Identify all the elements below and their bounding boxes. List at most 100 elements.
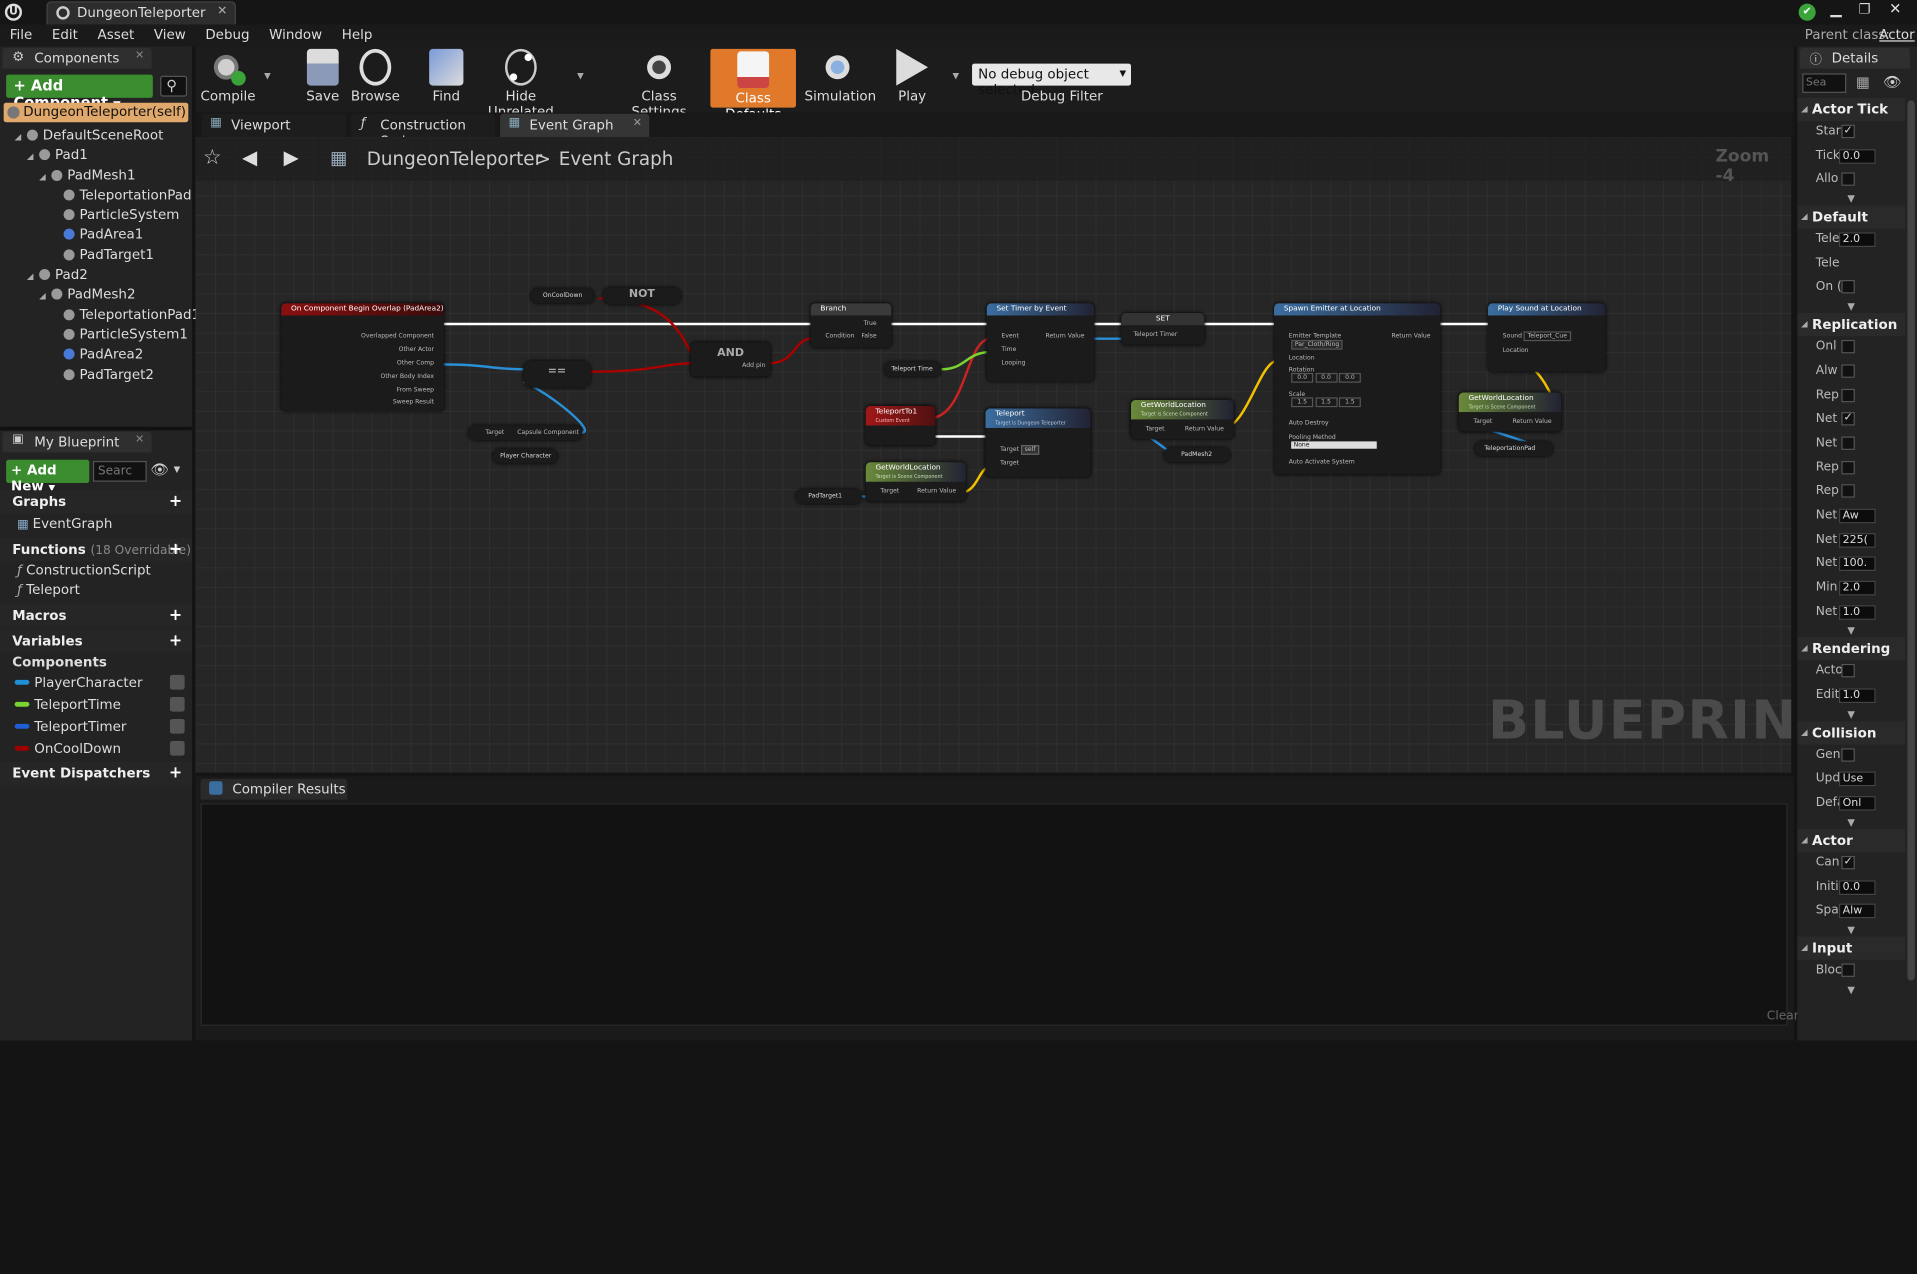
property-number-field[interactable]: 100.: [1838, 556, 1876, 572]
expand-arrow-icon[interactable]: ◢: [39, 291, 49, 301]
find-button[interactable]: Find: [422, 48, 471, 110]
function-item[interactable]: ƒ Teleport: [17, 582, 80, 602]
overlap-event-node[interactable]: On Component Begin Overlap (PadArea2) Ov…: [281, 303, 444, 411]
property-dropdown[interactable]: Aw: [1838, 508, 1876, 524]
collapse-arrow-icon[interactable]: ◢: [1801, 104, 1808, 114]
component-tree-item[interactable]: ◢ PadMesh1: [0, 167, 192, 187]
property-checkbox[interactable]: [1841, 664, 1855, 678]
visibility-toggle-icon[interactable]: [169, 740, 185, 756]
add-component-button[interactable]: + Add Component ▼: [6, 74, 153, 111]
functions-section[interactable]: Functions (18 Overridable) +: [0, 537, 192, 562]
property-checkbox[interactable]: [1841, 172, 1855, 187]
variable-item[interactable]: TeleportTimer: [0, 717, 192, 739]
save-button[interactable]: Save: [298, 48, 347, 110]
macros-section[interactable]: Macros +: [0, 604, 192, 628]
property-number-field[interactable]: 1.0: [1838, 688, 1876, 704]
collapse-arrow-icon[interactable]: ◢: [1801, 319, 1808, 329]
collapse-arrow-icon[interactable]: ◢: [1801, 835, 1808, 845]
property-checkbox[interactable]: [1841, 436, 1855, 450]
collapse-arrow-icon[interactable]: ◢: [1801, 943, 1808, 953]
my-blueprint-tab[interactable]: ▣ My Blueprint ✕: [2, 431, 152, 453]
component-tree-item[interactable]: ◢ Pad1: [0, 147, 192, 167]
close-icon[interactable]: ✕: [135, 50, 144, 62]
component-tree-item[interactable]: ◢ DefaultSceneRoot: [0, 127, 192, 147]
compiler-results-tab[interactable]: Compiler Results: [200, 778, 348, 800]
padtarget1-getter-node[interactable]: PadTarget1: [795, 489, 863, 504]
player-character-getter-node[interactable]: Player Character: [492, 448, 558, 464]
property-checkbox[interactable]: ✓: [1841, 855, 1855, 870]
details-section-header[interactable]: ◢ Input: [1797, 936, 1905, 960]
add-function-button[interactable]: +: [169, 540, 182, 558]
details-section-header[interactable]: ◢ Replication: [1797, 313, 1905, 337]
padmesh2-getter-node[interactable]: PadMesh2: [1164, 447, 1231, 463]
property-checkbox[interactable]: [1841, 963, 1855, 977]
details-section-header[interactable]: ◢ Collision: [1797, 721, 1905, 745]
branch-node[interactable]: Branch True False Condition: [810, 303, 892, 348]
expand-more-icon[interactable]: ▼: [1797, 193, 1905, 205]
add-graph-button[interactable]: +: [169, 493, 182, 511]
source-control-icon[interactable]: ✔: [1798, 3, 1816, 21]
components-tab[interactable]: ⚙ Components ✕: [2, 47, 152, 69]
visibility-toggle-icon[interactable]: [169, 718, 185, 734]
event-graph-item[interactable]: ▦ EventGraph: [17, 516, 112, 536]
add-variable-button[interactable]: +: [169, 632, 182, 650]
add-macro-button[interactable]: +: [169, 606, 182, 624]
document-tab[interactable]: DungeonTeleporter ✕: [46, 1, 236, 25]
details-section-header[interactable]: ◢ Actor: [1797, 828, 1905, 852]
close-icon[interactable]: ✕: [217, 5, 227, 18]
get-world-location-node[interactable]: GetWorldLocation Target is Scene Componen…: [865, 462, 966, 502]
menu-file[interactable]: File: [0, 24, 42, 43]
menu-edit[interactable]: Edit: [42, 24, 88, 43]
minimize-button[interactable]: ▁: [1830, 0, 1852, 17]
expand-more-icon[interactable]: ▼: [1797, 924, 1905, 936]
not-node[interactable]: NOT: [602, 287, 682, 305]
add-new-button[interactable]: + Add New ▼: [6, 459, 90, 494]
dropdown-arrow-icon[interactable]: ▼: [577, 71, 584, 81]
compile-button[interactable]: Compile: [201, 48, 256, 110]
details-scrollbar[interactable]: [1907, 100, 1915, 981]
visibility-toggle-icon[interactable]: [169, 696, 185, 712]
browse-button[interactable]: Browse: [350, 48, 401, 110]
close-icon[interactable]: ✕: [135, 434, 144, 446]
variable-item[interactable]: PlayerCharacter: [0, 672, 192, 694]
dropdown-arrow-icon[interactable]: ▼: [264, 71, 271, 81]
function-item[interactable]: ƒ ConstructionScript: [17, 562, 151, 582]
property-number-field[interactable]: 1.0: [1838, 604, 1876, 620]
self-component-item[interactable]: DungeonTeleporter(self): [3, 102, 189, 123]
tab-construction-script[interactable]: ƒConstruction Scrip: [350, 113, 496, 149]
class-defaults-button[interactable]: Class Defaults: [710, 48, 796, 122]
property-checkbox[interactable]: [1841, 484, 1855, 498]
maximize-button[interactable]: ❐: [1859, 1, 1881, 17]
view-options-icon[interactable]: 👁: [150, 461, 169, 478]
component-tree-item[interactable]: PadArea1: [0, 227, 192, 247]
variables-section[interactable]: Variables +: [0, 629, 192, 653]
property-checkbox[interactable]: [1841, 747, 1855, 762]
property-checkbox[interactable]: [1841, 388, 1855, 402]
equals-node[interactable]: ==: [523, 360, 591, 388]
menu-help[interactable]: Help: [332, 24, 382, 43]
teleportationpad-getter-node[interactable]: TeleportationPad: [1474, 441, 1553, 457]
event-dispatchers-section[interactable]: Event Dispatchers +: [0, 761, 192, 785]
details-tab[interactable]: ⓘ Details: [1799, 47, 1910, 69]
details-section-header[interactable]: ◢ Actor Tick: [1797, 97, 1905, 122]
event-graph-canvas[interactable]: ☆ ◀ ▶ ▦ DungeonTeleporter > Event Graph …: [195, 136, 1792, 773]
property-number-field[interactable]: 2.0: [1838, 232, 1876, 248]
component-tree-item[interactable]: TeleportationPad1: [0, 306, 200, 326]
property-number-field[interactable]: 225(: [1838, 532, 1876, 548]
property-number-field[interactable]: 0.0: [1838, 879, 1876, 895]
property-checkbox[interactable]: [1841, 280, 1855, 294]
property-dropdown[interactable]: Alw: [1838, 903, 1876, 919]
spawn-emitter-node[interactable]: Spawn Emitter at Location Return Value E…: [1274, 303, 1441, 475]
property-checkbox[interactable]: [1841, 340, 1855, 354]
variable-item[interactable]: OnCoolDown: [0, 739, 192, 761]
set-timer-node[interactable]: Set Timer by Event Event Time Looping Re…: [986, 303, 1095, 382]
close-icon[interactable]: ✕: [633, 117, 642, 129]
tab-viewport[interactable]: ▦ Viewport: [201, 113, 347, 137]
simulation-button[interactable]: Simulation: [805, 48, 876, 110]
oncooldown-getter-node[interactable]: OnCoolDown: [530, 288, 595, 304]
menu-debug[interactable]: Debug: [196, 24, 260, 43]
variable-item[interactable]: TeleportTime: [0, 694, 192, 716]
property-number-field[interactable]: 2.0: [1838, 580, 1876, 596]
expand-arrow-icon[interactable]: ◢: [39, 172, 49, 182]
details-search-input[interactable]: [1802, 73, 1847, 93]
